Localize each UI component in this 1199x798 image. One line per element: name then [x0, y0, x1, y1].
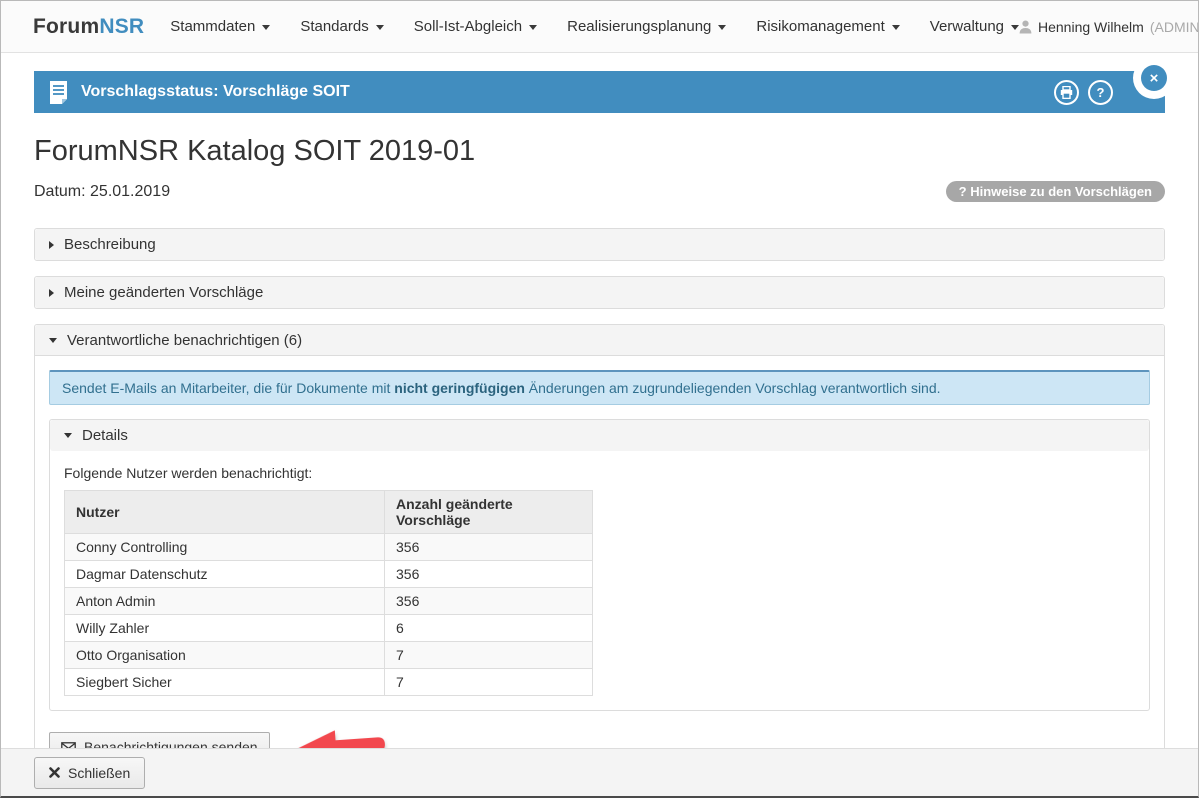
- app-logo[interactable]: ForumNSR: [33, 15, 144, 39]
- logo-text-forum: Forum: [33, 15, 99, 38]
- user-name-cell: Conny Controlling: [65, 534, 385, 561]
- accordion-body-verantwortliche: Sendet E-Mails an Mitarbeiter, die für D…: [35, 356, 1164, 748]
- nav-item-realisierungsplanung[interactable]: Realisierungsplanung: [567, 18, 726, 35]
- person-icon: [1019, 20, 1032, 34]
- question-mark-icon: ?: [1097, 85, 1105, 100]
- table-header-row: Nutzer Anzahl geänderte Vorschläge: [65, 491, 593, 534]
- nav-item-label: Verwaltung: [930, 18, 1004, 35]
- user-name-cell: Anton Admin: [65, 588, 385, 615]
- document-icon: [49, 81, 68, 104]
- date-label: Datum: 25.01.2019: [34, 183, 170, 201]
- send-button-label: Benachrichtigungen senden: [84, 739, 258, 748]
- table-row: Otto Organisation7: [65, 642, 593, 669]
- details-panel-header[interactable]: Details: [50, 420, 1149, 451]
- changed-count-cell: 356: [385, 534, 593, 561]
- chevron-down-icon: [892, 25, 900, 30]
- send-notifications-button[interactable]: Benachrichtigungen senden: [49, 732, 270, 748]
- date-row: Datum: 25.01.2019 ? Hinweise zu den Vors…: [34, 181, 1165, 202]
- nav-item-standards[interactable]: Standards: [300, 18, 383, 35]
- main-content: Vorschlagsstatus: Vorschläge SOIT ? × Fo…: [1, 53, 1198, 748]
- accordion-label: Beschreibung: [64, 236, 156, 253]
- top-navbar: ForumNSR Stammdaten Standards Soll-Ist-A…: [1, 1, 1198, 53]
- hints-badge[interactable]: ? Hinweise zu den Vorschlägen: [946, 181, 1165, 202]
- nav-item-label: Standards: [300, 18, 368, 35]
- accordion-meine-vorschlaege: Meine geänderten Vorschläge: [34, 276, 1165, 309]
- details-label: Details: [82, 427, 128, 444]
- details-panel: Details Folgende Nutzer werden benachric…: [49, 419, 1150, 711]
- nav-item-label: Soll-Ist-Abgleich: [414, 18, 522, 35]
- nav-item-soll-ist-abgleich[interactable]: Soll-Ist-Abgleich: [414, 18, 537, 35]
- changed-count-cell: 356: [385, 588, 593, 615]
- table-row: Dagmar Datenschutz356: [65, 561, 593, 588]
- info-text-before: Sendet E-Mails an Mitarbeiter, die für D…: [62, 380, 394, 396]
- recipients-intro: Folgende Nutzer werden benachrichtigt:: [64, 465, 1135, 481]
- nav-item-verwaltung[interactable]: Verwaltung: [930, 18, 1019, 35]
- changed-count-cell: 7: [385, 642, 593, 669]
- close-icon[interactable]: ×: [1141, 65, 1167, 91]
- column-header-nutzer: Nutzer: [65, 491, 385, 534]
- user-menu[interactable]: Henning Wilhelm (ADMINISTRATOR): [1019, 19, 1199, 35]
- recipients-table: Nutzer Anzahl geänderte Vorschläge Conny…: [64, 490, 593, 696]
- send-row: Benachrichtigungen senden: [49, 727, 1150, 748]
- triangle-down-icon: [49, 338, 57, 343]
- x-icon: [49, 767, 60, 778]
- printer-icon: [1060, 86, 1073, 99]
- nav-item-label: Stammdaten: [170, 18, 255, 35]
- accordion-label: Verantwortliche benachrichtigen (6): [67, 332, 302, 349]
- triangle-right-icon: [49, 289, 54, 297]
- column-header-anzahl: Anzahl geänderte Vorschläge: [385, 491, 593, 534]
- dialog-title: Vorschlagsstatus: Vorschläge SOIT: [81, 83, 350, 101]
- chevron-down-icon: [1011, 25, 1019, 30]
- close-button-label: Schließen: [68, 765, 130, 781]
- table-row: Siegbert Sicher7: [65, 669, 593, 696]
- accordion-label: Meine geänderten Vorschläge: [64, 284, 263, 301]
- changed-count-cell: 356: [385, 561, 593, 588]
- table-row: Willy Zahler6: [65, 615, 593, 642]
- triangle-right-icon: [49, 241, 54, 249]
- table-row: Conny Controlling356: [65, 534, 593, 561]
- close-dialog-button[interactable]: Schließen: [34, 757, 145, 789]
- print-button[interactable]: [1054, 80, 1079, 105]
- info-text-after: Änderungen am zugrundeliegenden Vorschla…: [525, 380, 941, 396]
- info-banner: Sendet E-Mails an Mitarbeiter, die für D…: [49, 370, 1150, 405]
- logo-text-nsr: NSR: [99, 15, 144, 38]
- footer-bar: Schließen: [1, 748, 1198, 796]
- accordion-header-verantwortliche[interactable]: Verantwortliche benachrichtigen (6): [35, 325, 1164, 356]
- user-name-cell: Dagmar Datenschutz: [65, 561, 385, 588]
- close-button-backdrop: ×: [1133, 57, 1175, 99]
- dialog-actions: ?: [1054, 71, 1113, 113]
- user-name: Henning Wilhelm: [1038, 19, 1144, 35]
- nav-item-stammdaten[interactable]: Stammdaten: [170, 18, 270, 35]
- accordion-header-beschreibung[interactable]: Beschreibung: [35, 229, 1164, 260]
- nav-item-label: Realisierungsplanung: [567, 18, 711, 35]
- accordion-verantwortliche: Verantwortliche benachrichtigen (6) Send…: [34, 324, 1165, 748]
- nav-item-risikomanagement[interactable]: Risikomanagement: [756, 18, 899, 35]
- nav-menu: Stammdaten Standards Soll-Ist-Abgleich R…: [170, 18, 1019, 35]
- chevron-down-icon: [376, 25, 384, 30]
- nav-item-label: Risikomanagement: [756, 18, 884, 35]
- help-button[interactable]: ?: [1088, 80, 1113, 105]
- chevron-down-icon: [718, 25, 726, 30]
- accordion-beschreibung: Beschreibung: [34, 228, 1165, 261]
- red-arrow-annotation: [290, 724, 389, 748]
- table-row: Anton Admin356: [65, 588, 593, 615]
- app-window: ForumNSR Stammdaten Standards Soll-Ist-A…: [0, 0, 1199, 798]
- user-name-cell: Siegbert Sicher: [65, 669, 385, 696]
- page-title: ForumNSR Katalog SOIT 2019-01: [34, 135, 1165, 168]
- chevron-down-icon: [529, 25, 537, 30]
- user-role: (ADMINISTRATOR): [1150, 19, 1199, 35]
- chevron-down-icon: [262, 25, 270, 30]
- user-name-cell: Otto Organisation: [65, 642, 385, 669]
- dialog-header-bar: Vorschlagsstatus: Vorschläge SOIT ? ×: [34, 71, 1165, 113]
- details-body: Folgende Nutzer werden benachrichtigt: N…: [50, 451, 1149, 710]
- changed-count-cell: 7: [385, 669, 593, 696]
- changed-count-cell: 6: [385, 615, 593, 642]
- info-text-bold: nicht geringfügigen: [394, 380, 525, 396]
- users-table-body: Conny Controlling356Dagmar Datenschutz35…: [65, 534, 593, 696]
- triangle-down-icon: [64, 433, 72, 438]
- accordion-header-meine-vorschlaege[interactable]: Meine geänderten Vorschläge: [35, 277, 1164, 308]
- user-name-cell: Willy Zahler: [65, 615, 385, 642]
- recipients-table-head: Nutzer Anzahl geänderte Vorschläge: [65, 491, 593, 534]
